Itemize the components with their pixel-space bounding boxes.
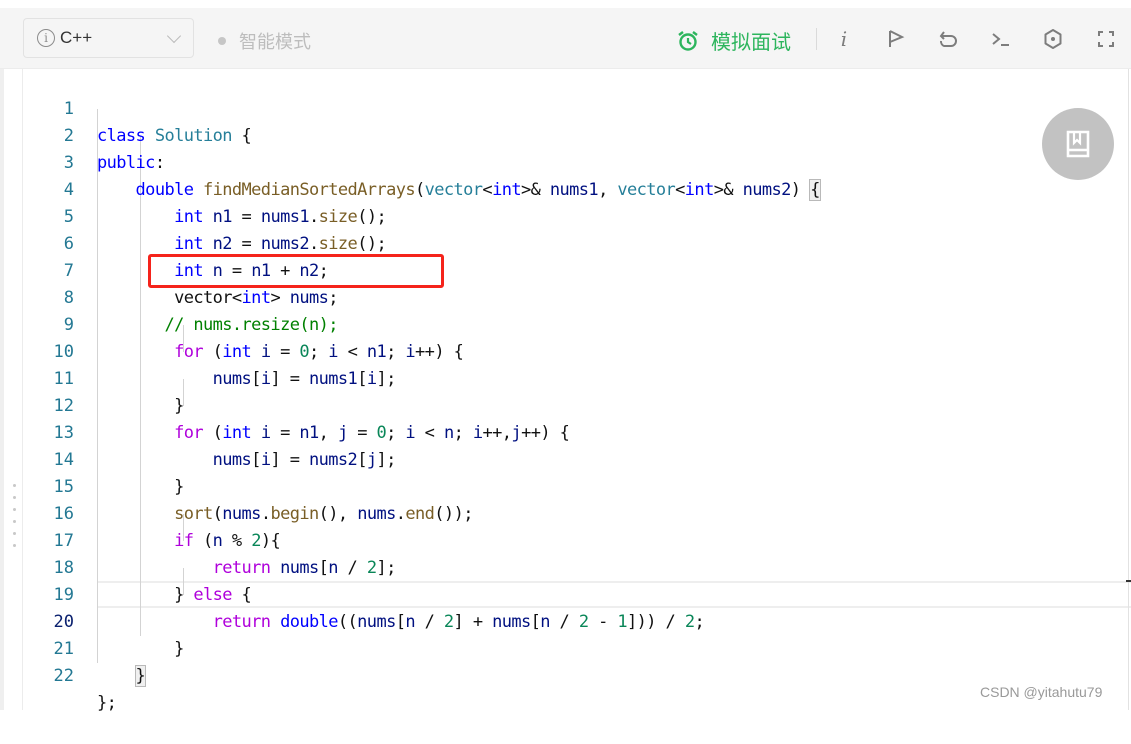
- info-circle-icon: i: [37, 29, 55, 47]
- code-text: }: [134, 665, 147, 687]
- alarm-clock-icon: [678, 30, 698, 51]
- flag-button[interactable]: [883, 26, 909, 52]
- terminal-icon: [992, 33, 1009, 46]
- code-line: 19 return double((nums[n / 2] + nums[n /…: [23, 555, 1131, 632]
- fullscreen-icon: [1098, 31, 1114, 47]
- code-line: 12 for (int i = n1, j = 0; i < n; i++,j+…: [23, 366, 1131, 443]
- smart-mode-dot: [218, 37, 226, 45]
- code-line: 9 for (int i = 0; i < n1; i++) {: [23, 285, 1131, 362]
- settings-icon: [1044, 29, 1062, 49]
- code-line: 15 sort(nums.begin(), nums.end());: [23, 447, 1131, 524]
- code-line: 3 double findMedianSortedArrays(vector<i…: [23, 123, 1131, 201]
- code-line: 21 }: [23, 609, 1131, 687]
- code-line: 2 public:: [23, 96, 1131, 173]
- mock-interview-button[interactable]: 模拟面试: [677, 26, 791, 55]
- info-button[interactable]: i: [831, 26, 857, 52]
- chevron-down-icon: [166, 28, 182, 44]
- code-line: 16 if (n % 2){: [23, 474, 1131, 551]
- code-line: 13 nums[i] = nums2[j];: [23, 393, 1131, 470]
- code-line: 6 int n = n1 + n2;: [23, 204, 1131, 281]
- undo-icon: [939, 31, 957, 47]
- code-line: 17 return nums[n / 2];: [23, 501, 1131, 578]
- code-line: 22 };: [23, 636, 1131, 713]
- code-editor[interactable]: 1 class Solution { 2 public: 3 double fi…: [22, 69, 1131, 713]
- flag-icon: [889, 30, 905, 47]
- editor-toolbar: i C++ 智能模式 模拟面试 i: [0, 8, 1131, 69]
- info-icon: i: [840, 27, 848, 51]
- code-line: 10 nums[i] = nums1[i];: [23, 312, 1131, 389]
- solution-book-button[interactable]: [1042, 108, 1114, 180]
- console-button[interactable]: [988, 26, 1014, 52]
- code-text: };: [97, 693, 117, 713]
- smart-mode-toggle[interactable]: 智能模式: [218, 28, 311, 54]
- book-icon: [1066, 130, 1090, 158]
- code-line: 18 } else {: [23, 528, 1131, 605]
- toolbar-divider: [816, 28, 817, 50]
- highlight-annotation-box: [148, 254, 444, 288]
- scrollbar-track[interactable]: [1128, 69, 1129, 710]
- reset-button[interactable]: [935, 26, 961, 52]
- fullscreen-button[interactable]: [1093, 26, 1119, 52]
- mock-interview-label: 模拟面试: [711, 30, 791, 54]
- code-line: 20 }: [23, 582, 1131, 659]
- resize-handle[interactable]: [13, 484, 17, 556]
- code-line: 1 class Solution {: [23, 69, 1131, 146]
- top-strip: [0, 0, 1131, 8]
- smart-mode-label: 智能模式: [239, 32, 311, 53]
- code-line: 14 }: [23, 420, 1131, 497]
- left-panel-edge: [0, 69, 4, 710]
- code-line: 5 int n2 = nums2.size();: [23, 177, 1131, 254]
- code-line: 4 int n1 = nums1.size();: [23, 150, 1131, 227]
- watermark: CSDN @yitahutu79: [980, 684, 1103, 700]
- line-number: 22: [53, 666, 74, 686]
- scrollbar-marker: [1126, 580, 1131, 582]
- settings-button[interactable]: [1040, 26, 1066, 52]
- language-value: C++: [60, 28, 93, 47]
- code-line: 11 }: [23, 339, 1131, 416]
- language-select[interactable]: i C++: [23, 18, 194, 58]
